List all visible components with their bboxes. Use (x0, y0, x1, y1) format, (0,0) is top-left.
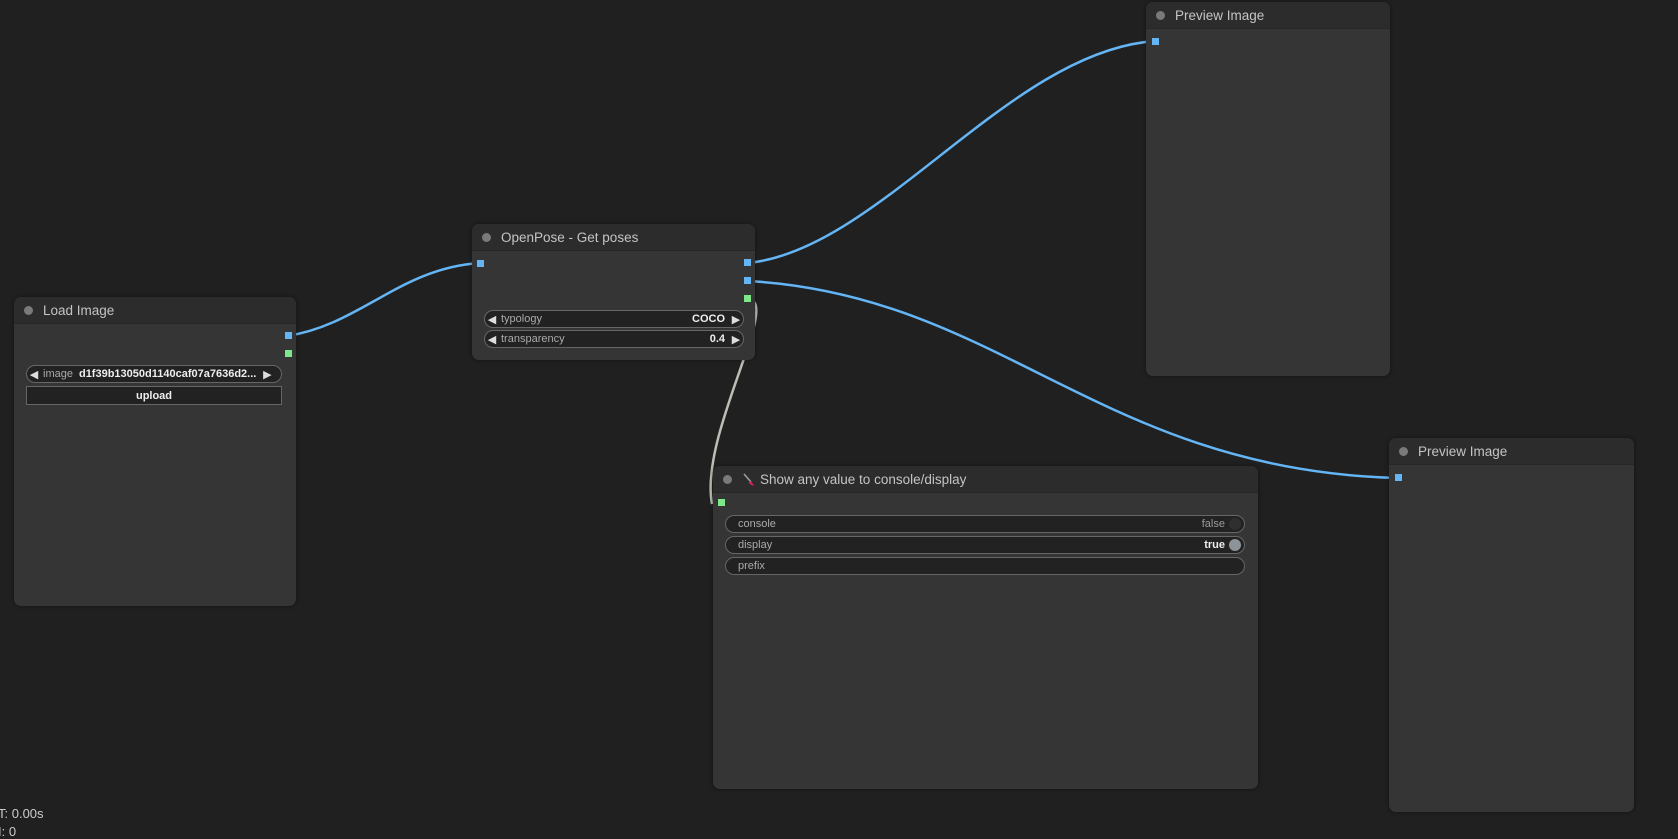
display-toggle[interactable]: display true (725, 536, 1245, 554)
typology-value: COCO (692, 313, 725, 325)
prefix-text-widget[interactable]: prefix (725, 557, 1245, 575)
transparency-label: transparency (501, 333, 565, 345)
show-any-node[interactable]: Show any value to console/display consol… (713, 466, 1258, 789)
preview-image-node-bottom[interactable]: Preview Image (1389, 438, 1634, 812)
node-title: Preview Image (1175, 7, 1265, 23)
preview-image-node-header[interactable]: Preview Image (1146, 2, 1390, 29)
toggle-off-knob-icon (1229, 518, 1241, 530)
image-widget-value: d1f39b13050d1140caf07a7636d2... (78, 368, 257, 380)
arrow-right-icon[interactable]: ▶ (729, 313, 743, 326)
image-input-slot[interactable] (477, 260, 484, 267)
load-image-node-header[interactable]: Load Image (14, 297, 296, 324)
output-slot-3[interactable] (744, 295, 751, 302)
render-time-stat: T: 0.00s (0, 806, 44, 821)
image-output-slot[interactable] (285, 332, 292, 339)
node-title: OpenPose - Get poses (501, 229, 639, 245)
console-toggle[interactable]: console false (725, 515, 1245, 533)
image-widget-label: image (43, 368, 73, 380)
collapse-dot-icon[interactable] (1156, 10, 1165, 20)
any-input-slot[interactable] (718, 499, 725, 506)
images-input-slot[interactable] (1152, 38, 1159, 45)
preview-image-node-top[interactable]: Preview Image (1146, 2, 1390, 376)
arrow-left-icon[interactable]: ◀ (485, 333, 499, 346)
arrow-left-icon[interactable]: ◀ (485, 313, 499, 326)
collapse-dot-icon[interactable] (24, 305, 33, 315)
prefix-label: prefix (738, 560, 765, 572)
collapse-dot-icon[interactable] (1399, 446, 1408, 456)
collapse-dot-icon[interactable] (723, 474, 732, 484)
typology-label: typology (501, 313, 542, 325)
transparency-number-widget[interactable]: ◀ transparency 0.4 ▶ (484, 330, 744, 348)
transparency-value: 0.4 (709, 333, 725, 345)
arrow-right-icon[interactable]: ▶ (729, 333, 743, 346)
output-slot-1[interactable] (744, 259, 751, 266)
brush-icon (743, 473, 754, 485)
openpose-node-header[interactable]: OpenPose - Get poses (472, 224, 755, 251)
toggle-on-knob-icon (1229, 539, 1241, 551)
show-any-node-header[interactable]: Show any value to console/display (713, 466, 1258, 493)
collapse-dot-icon[interactable] (482, 232, 491, 242)
link-load-to-openpose (286, 261, 481, 338)
openpose-node[interactable]: OpenPose - Get poses ◀ typology COCO ▶ ◀… (472, 224, 755, 360)
console-label: console (738, 518, 776, 530)
node-title: Show any value to console/display (760, 471, 967, 487)
link-openpose-to-preview-top (747, 39, 1157, 265)
load-image-node[interactable]: Load Image ◀ image d1f39b13050d1140caf07… (14, 297, 296, 606)
preview-image-node-header[interactable]: Preview Image (1389, 438, 1634, 465)
arrow-right-icon[interactable]: ▶ (260, 368, 274, 381)
display-value: true (1204, 539, 1225, 551)
typology-combo-widget[interactable]: ◀ typology COCO ▶ (484, 310, 744, 328)
images-input-slot[interactable] (1395, 474, 1402, 481)
output-slot-2[interactable] (744, 277, 751, 284)
mask-output-slot[interactable] (285, 350, 292, 357)
upload-button[interactable]: upload (26, 386, 282, 405)
display-label: display (738, 539, 773, 551)
arrow-left-icon[interactable]: ◀ (27, 368, 41, 381)
console-value: false (1201, 518, 1225, 530)
node-title: Preview Image (1418, 443, 1508, 459)
node-title: Load Image (43, 302, 115, 318)
image-combo-widget[interactable]: ◀ image d1f39b13050d1140caf07a7636d2... … (26, 365, 282, 383)
